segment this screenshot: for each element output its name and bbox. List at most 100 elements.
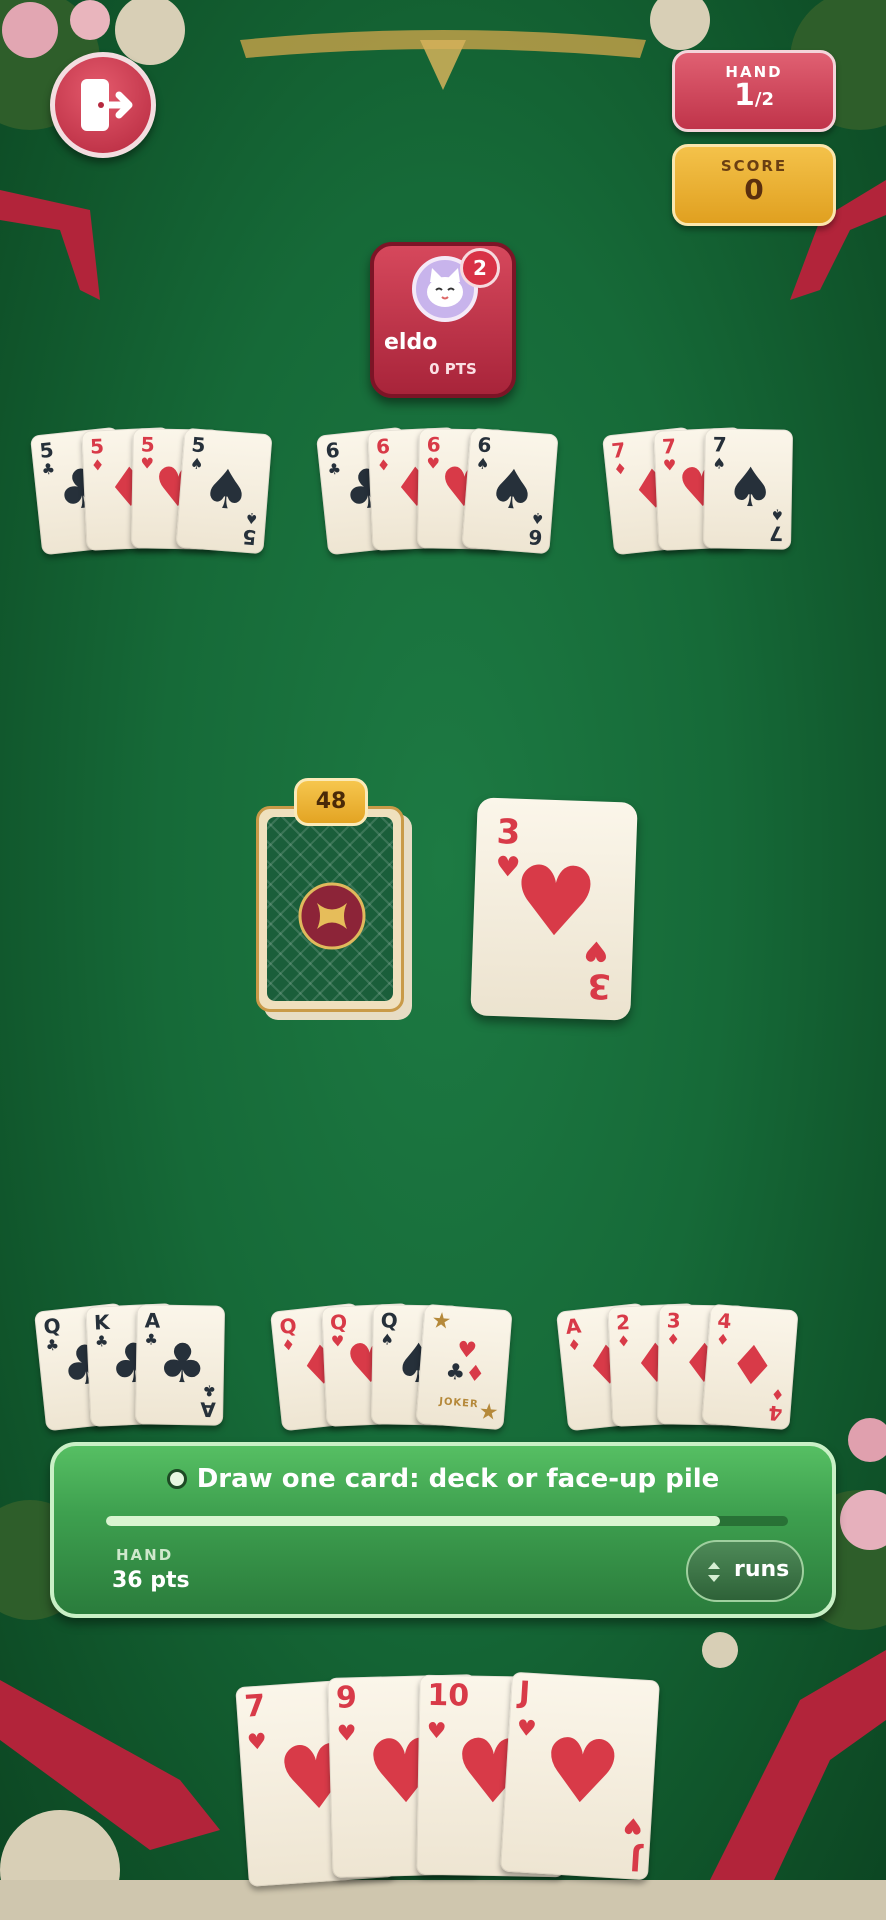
card-rank: 5 [190, 432, 207, 458]
card-rank: 6 [324, 437, 341, 463]
card-suit: ♠ [475, 454, 491, 474]
sort-runs-label: runs [734, 1557, 790, 1582]
exit-door-icon [81, 79, 133, 131]
card-suit-bottom: ♦ [769, 1384, 785, 1404]
card-suit-bottom: ♥ [622, 1811, 644, 1838]
card-rank: 10 [427, 1677, 470, 1714]
card-suit: ♥ [336, 1721, 357, 1747]
joker-star-icon: ★ [430, 1308, 453, 1335]
card-rank: K [93, 1309, 111, 1335]
card-suit-bottom: ♠ [769, 505, 784, 524]
hand-counter-total: /2 [754, 89, 774, 110]
card-rank: Q [278, 1313, 298, 1339]
joker-label: JOKER [438, 1396, 480, 1411]
card-suit-bottom: ♣ [201, 1381, 216, 1400]
card-suit: ♣ [144, 1330, 159, 1349]
card-suit-bottom: ♠ [529, 508, 545, 528]
hand-points-label: HAND [116, 1546, 174, 1564]
card-suit: ♣ [326, 459, 342, 479]
card-suit-large: ♠ [725, 455, 775, 520]
card-suit: ♦ [666, 1330, 681, 1349]
card-rank: 4 [716, 1308, 733, 1334]
card-rank: A [144, 1308, 161, 1333]
opponent-panel[interactable]: 2 eldo 0 PTS [370, 242, 516, 398]
card-suit: ♦ [566, 1335, 582, 1355]
discard-rank-bottom: 3 [586, 965, 613, 1007]
card-suit: ♠ [380, 1330, 395, 1349]
card-rank-bottom: 4 [767, 1400, 784, 1426]
card-rank-bottom: A [199, 1397, 216, 1422]
discard-pile[interactable]: 3 ♥ ♥ 3 ♥ [470, 797, 638, 1021]
opponent-card-count-badge: 2 [460, 248, 500, 288]
status-dot-icon [166, 1469, 187, 1489]
card-rank: 7 [243, 1688, 267, 1725]
playing-card: A ♣ ♣ A ♣ [134, 1304, 226, 1426]
deck-count-badge: 48 [294, 778, 368, 826]
card-rank: 3 [666, 1308, 681, 1333]
card-rank: 9 [335, 1680, 358, 1716]
discard-suit-bottom: ♥ [582, 934, 610, 968]
joker-star-icon: ★ [477, 1399, 500, 1426]
draw-deck[interactable]: 48 [256, 778, 412, 1020]
card-suit: ♦ [715, 1330, 731, 1350]
card-suit: ♦ [612, 459, 628, 479]
deck-emblem-icon [298, 882, 366, 950]
card-rank: 5 [89, 434, 105, 459]
opponent-name: eldo [384, 330, 438, 355]
hand-counter-current: 1 [734, 78, 755, 113]
card-rank: 6 [426, 432, 441, 457]
card-suit: ♦ [280, 1335, 296, 1355]
joker-card: ★ ★ ♥ ♣♦ JOKER [415, 1303, 513, 1431]
card-suit: ♥ [246, 1729, 268, 1756]
card-suit-large: ♥ [539, 1717, 625, 1826]
card-suit-large: ♣ [157, 1331, 207, 1396]
exit-button[interactable] [50, 52, 156, 158]
card-suit-bottom: ♠ [243, 508, 259, 528]
card-rank: 5 [38, 437, 55, 463]
card-suit: ♥ [140, 454, 155, 473]
opponent-points: 0 PTS [429, 360, 477, 378]
card-rank-bottom: J [628, 1841, 643, 1877]
playing-card[interactable]: J ♥ ♥ J ♥ [500, 1671, 660, 1881]
status-panel: Draw one card: deck or face-up pile HAND… [50, 1442, 836, 1618]
card-suit: ♦ [376, 456, 391, 475]
card-rank: 6 [476, 432, 493, 458]
card-suit: ♣ [94, 1332, 109, 1351]
card-rank-bottom: 5 [241, 524, 258, 550]
card-suit: ♥ [330, 1332, 345, 1351]
card-suit: ♦ [616, 1332, 631, 1351]
playing-card: 4 ♦ ♦ 4 ♦ [701, 1303, 799, 1431]
card-rank: 6 [375, 434, 391, 459]
card-suit: ♥ [426, 1718, 447, 1745]
turn-progress-fill [106, 1516, 720, 1526]
deck-back [256, 806, 404, 1012]
card-suit: ♠ [189, 454, 205, 474]
card-rank: 7 [661, 434, 677, 459]
card-rank: 2 [615, 1310, 631, 1335]
card-rank: Q [42, 1313, 62, 1339]
playing-card: 6 ♠ ♠ 6 ♠ [461, 427, 559, 555]
playing-card: 5 ♠ ♠ 5 ♠ [175, 427, 273, 555]
card-rank: A [564, 1313, 583, 1339]
card-suit: ♥ [662, 456, 677, 475]
card-rank: J [517, 1675, 532, 1711]
card-suit: ♦ [90, 456, 105, 475]
card-suit: ♣ [40, 459, 56, 479]
card-suit: ♥ [426, 454, 441, 473]
status-instruction: Draw one card: deck or face-up pile [196, 1464, 720, 1494]
card-rank: Q [380, 1308, 398, 1333]
card-suit: ♣ [44, 1335, 60, 1355]
card-suit: ♥ [516, 1716, 538, 1743]
playing-card: 7 ♠ ♠ 7 ♠ [702, 428, 794, 550]
joker-suits-icon: ♥ ♣♦ [444, 1337, 486, 1388]
card-rank: Q [329, 1309, 348, 1335]
turn-progress-bar [106, 1516, 788, 1526]
card-rank-bottom: 7 [769, 521, 784, 546]
card-suit: ♠ [712, 454, 727, 473]
score-value: 0 [744, 173, 764, 206]
hand-points-value: 36 pts [112, 1568, 190, 1593]
hand-round-counter: HAND 1/2 [672, 50, 836, 132]
sort-arrows-icon [708, 1562, 720, 1582]
sort-runs-button[interactable]: runs [686, 1540, 804, 1602]
card-rank: 5 [140, 432, 155, 457]
